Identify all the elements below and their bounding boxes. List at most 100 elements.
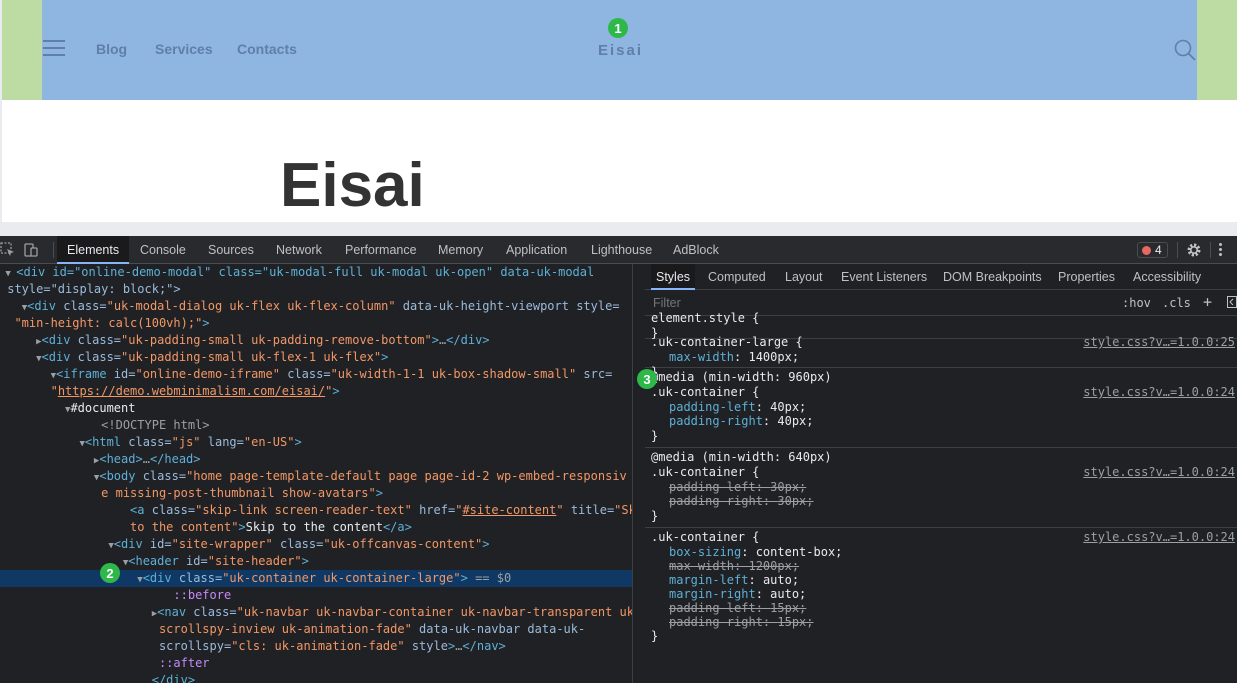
toolbar-divider	[53, 242, 54, 258]
dom-node-padding-flex[interactable]: ▼<div class="uk-padding-small uk-flex-1 …	[0, 349, 632, 366]
dom-node-skip-link[interactable]: <a class="skip-link screen-reader-text" …	[0, 502, 632, 519]
tab-event-listeners[interactable]: Event Listeners	[836, 264, 932, 290]
prop-name: padding-right	[669, 414, 763, 428]
annotation-badge-1: 1	[608, 18, 628, 38]
dom-node-nav-cont2[interactable]: scrollspy="cls: uk-animation-fade" style…	[0, 638, 632, 655]
gear-icon[interactable]	[1186, 242, 1202, 258]
site-logo[interactable]: Eisai	[598, 42, 641, 59]
css-property-overridden[interactable]: padding-right: 15px;	[669, 615, 814, 630]
tab-performance[interactable]: Performance	[335, 236, 427, 264]
dom-node-site-wrapper[interactable]: ▼<div id="site-wrapper" class="uk-offcan…	[0, 536, 632, 553]
cls-toggle[interactable]: .cls	[1162, 294, 1191, 312]
error-count-badge[interactable]: 4	[1137, 242, 1168, 258]
rule-selector: element.style {	[651, 311, 760, 325]
panel-splitter[interactable]	[632, 264, 645, 683]
css-property-overridden[interactable]: max-width: 1200px;	[669, 559, 799, 574]
dom-node-before[interactable]: ::before	[0, 587, 632, 604]
dom-node-container-selected[interactable]: ▼<div class="uk-container uk-container-l…	[0, 570, 632, 587]
dom-node-document[interactable]: ▼#document	[0, 400, 632, 417]
tab-styles[interactable]: Styles	[651, 264, 696, 290]
rule-source-link[interactable]: style.css?v…=1.0.0:25	[1083, 335, 1235, 350]
rule-source-link[interactable]: style.css?v…=1.0.0:24	[1083, 385, 1235, 400]
css-property[interactable]: max-width: 1400px;	[669, 350, 799, 365]
css-rule[interactable]: .uk-container-large { style.css?v…=1.0.0…	[645, 335, 1237, 379]
dom-node-iframe[interactable]: ▼<iframe id="online-demo-iframe" class="…	[0, 366, 632, 383]
dom-node-text: #document	[70, 401, 136, 415]
css-rule[interactable]: @media (min-width: 640px) .uk-container …	[645, 449, 1237, 528]
css-property[interactable]: margin-right: auto;	[669, 587, 806, 602]
toolbar-divider	[1177, 242, 1178, 258]
tab-computed[interactable]: Computed	[703, 264, 771, 290]
nav-link-services[interactable]: Services	[155, 41, 213, 57]
dom-node-modal-dialog-cont[interactable]: "min-height: calc(100vh);">	[0, 315, 632, 332]
prop-name: padding-left	[669, 480, 756, 494]
nav-link-contacts[interactable]: Contacts	[237, 41, 297, 57]
css-property[interactable]: margin-left: auto;	[669, 573, 799, 588]
inspect-element-icon[interactable]	[0, 242, 16, 258]
prop-value: 1200px;	[748, 559, 800, 573]
dom-node-head[interactable]: ▶<head>…</head>	[0, 451, 632, 468]
tab-application[interactable]: Application	[496, 236, 577, 264]
hov-toggle[interactable]: :hov	[1122, 294, 1151, 312]
dom-node-site-header[interactable]: ▼<header id="site-header">	[0, 553, 632, 570]
css-property-overridden[interactable]: padding-left: 30px;	[669, 480, 806, 495]
rule-selector: .uk-container {	[651, 530, 760, 544]
tab-layout[interactable]: Layout	[780, 264, 828, 290]
tab-adblock[interactable]: AdBlock	[663, 236, 729, 264]
css-rule[interactable]: .uk-container { style.css?v…=1.0.0:24 bo…	[645, 529, 1237, 659]
rule-close-brace: }	[651, 629, 659, 643]
tab-elements[interactable]: Elements	[57, 236, 130, 264]
dom-node-after[interactable]: ::after	[0, 655, 632, 672]
dom-node-div-close[interactable]: </div>	[0, 672, 632, 683]
tab-console[interactable]: Console	[130, 236, 196, 264]
dom-node-body[interactable]: ▼<body class="home page-template-default…	[0, 468, 632, 485]
dom-node-body-cont[interactable]: e missing-post-thumbnail show-avatars">	[0, 485, 632, 502]
more-options-icon[interactable]	[1219, 243, 1223, 257]
tab-memory[interactable]: Memory	[428, 236, 493, 264]
css-rule[interactable]: @media (min-width: 960px) .uk-container …	[645, 369, 1237, 448]
css-property[interactable]: padding-left: 40px;	[669, 400, 806, 415]
styles-filter-input[interactable]	[649, 294, 1109, 312]
dom-node-padding-remove[interactable]: ▶<div class="uk-padding-small uk-padding…	[0, 332, 632, 349]
tab-network[interactable]: Network	[266, 236, 332, 264]
dom-node-skip-link-cont[interactable]: to the content">Skip to the content</a>	[0, 519, 632, 536]
dom-node-iframe-cont[interactable]: "https://demo.webminimalism.com/eisai/">	[0, 383, 632, 400]
css-property-overridden[interactable]: padding-left: 15px;	[669, 601, 806, 616]
iframe-src-link[interactable]: https://demo.webminimalism.com/eisai/	[58, 384, 325, 398]
rule-source-link[interactable]: style.css?v…=1.0.0:24	[1083, 530, 1235, 545]
dom-node-nav[interactable]: ▶<nav class="uk-navbar uk-navbar-contain…	[0, 604, 632, 621]
prop-value: 30px;	[770, 480, 807, 494]
dom-node-modal-cont[interactable]: style="display: block;">	[0, 281, 632, 298]
dom-node-modal[interactable]: ▼ <div id="online-demo-modal" class="uk-…	[0, 264, 632, 281]
prop-name: box-sizing	[669, 545, 742, 559]
prop-value: 1400px;	[748, 350, 800, 364]
selected-node-marker: == $0	[475, 571, 512, 585]
devtools-panel: Elements Console Sources Network Perform…	[0, 236, 1237, 683]
tab-sources[interactable]: Sources	[198, 236, 264, 264]
device-toolbar-icon[interactable]	[23, 242, 39, 258]
tab-properties[interactable]: Properties	[1053, 264, 1120, 290]
dom-node-nav-cont[interactable]: scrollspy-inview uk-animation-fade" data…	[0, 621, 632, 638]
search-icon[interactable]	[1174, 39, 1196, 61]
dom-node-html[interactable]: ▼<html class="js" lang="en-US">	[0, 434, 632, 451]
tab-lighthouse[interactable]: Lighthouse	[581, 236, 662, 264]
prop-name: padding-left	[669, 400, 756, 414]
tab-accessibility[interactable]: Accessibility	[1128, 264, 1206, 290]
nav-link-blog[interactable]: Blog	[96, 41, 127, 57]
dom-node-doctype[interactable]: <!DOCTYPE html>	[0, 417, 632, 434]
rule-source-link[interactable]: style.css?v…=1.0.0:24	[1083, 465, 1235, 480]
dom-node-text: style="display: block;">	[7, 282, 181, 296]
dom-node-modal-dialog[interactable]: ▼<div class="uk-modal-dialog uk-flex uk-…	[0, 298, 632, 315]
rule-close-brace: }	[651, 509, 659, 523]
css-property-overridden[interactable]: padding-right: 30px;	[669, 494, 814, 509]
dom-node-text: <!DOCTYPE html>	[101, 418, 210, 432]
prop-value: 15px;	[770, 601, 807, 615]
tab-dom-breakpoints[interactable]: DOM Breakpoints	[938, 264, 1047, 290]
toggle-sidebar-icon[interactable]	[1227, 296, 1237, 308]
new-rule-plus-icon[interactable]: +	[1203, 294, 1212, 312]
hamburger-menu-icon[interactable]	[43, 40, 65, 56]
dom-tree[interactable]: ▼ <div id="online-demo-modal" class="uk-…	[0, 264, 632, 683]
css-property[interactable]: box-sizing: content-box;	[669, 545, 842, 560]
rule-selector: .uk-container {	[651, 385, 760, 399]
css-property[interactable]: padding-right: 40px;	[669, 414, 814, 429]
